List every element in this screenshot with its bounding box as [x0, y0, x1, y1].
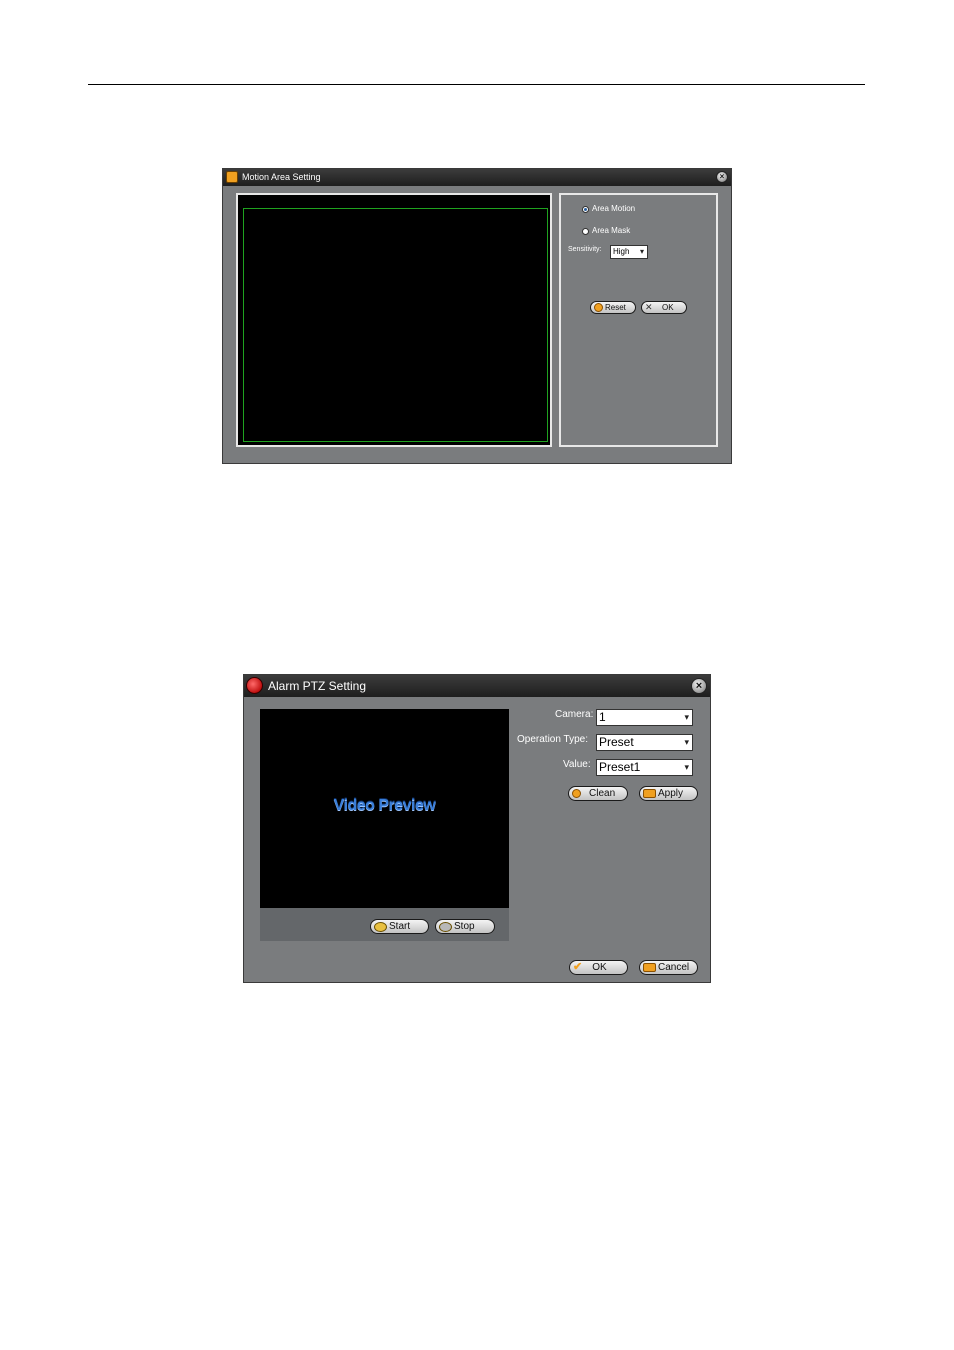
dialog-title: Motion Area Setting	[242, 172, 321, 182]
value-select[interactable]: Preset1 ▾	[596, 759, 693, 776]
ok-label: OK	[592, 962, 607, 973]
camera-value: 1	[599, 710, 606, 724]
ok-button[interactable]: ✕ OK	[641, 301, 687, 314]
start-label: Start	[389, 921, 411, 932]
motion-detection-grid	[243, 208, 548, 442]
area-motion-label: Area Motion	[592, 204, 636, 213]
page-header-rule	[88, 84, 865, 85]
camera-select[interactable]: 1 ▾	[596, 709, 693, 726]
video-preview-area: Video Preview	[260, 709, 509, 908]
chevron-down-icon: ▾	[684, 762, 689, 772]
clean-button[interactable]: Clean	[568, 786, 628, 801]
operation-type-value: Preset	[599, 735, 634, 749]
cancel-label: Cancel	[658, 962, 690, 973]
reset-icon	[594, 303, 603, 312]
video-preview-text: Video Preview	[333, 797, 436, 814]
stop-button[interactable]: Stop	[435, 919, 495, 934]
dialog-titlebar: Motion Area Setting ×	[223, 169, 731, 186]
area-mask-radio[interactable]	[582, 228, 589, 235]
reset-button[interactable]: Reset	[590, 301, 636, 314]
alarm-ptz-setting-dialog: Alarm PTZ Setting × Video Preview Start …	[243, 674, 711, 983]
cancel-button[interactable]: Cancel	[639, 960, 698, 975]
value-label: Value:	[563, 759, 591, 770]
clean-icon	[572, 789, 581, 798]
close-icon[interactable]: ×	[691, 678, 707, 694]
camera-label: Camera:	[555, 709, 594, 720]
start-record-icon	[374, 921, 387, 932]
clean-label: Clean	[589, 788, 616, 799]
apply-button[interactable]: Apply	[639, 786, 698, 801]
close-icon[interactable]: ×	[716, 171, 728, 183]
dialog-title: Alarm PTZ Setting	[268, 679, 367, 693]
sensitivity-label: Sensitivity:	[568, 246, 602, 253]
reset-label: Reset	[605, 303, 626, 312]
area-mask-label: Area Mask	[592, 226, 631, 235]
check-icon: ✔	[573, 961, 583, 973]
alarm-ptz-icon	[246, 677, 263, 694]
value-value: Preset1	[599, 760, 641, 774]
apply-icon	[643, 789, 656, 798]
cancel-arrow-icon	[643, 963, 656, 972]
chevron-down-icon: ▾	[639, 247, 644, 256]
ok-button[interactable]: ✔ OK	[569, 960, 628, 975]
chevron-down-icon: ▾	[684, 737, 689, 747]
motion-area-setting-dialog: Motion Area Setting × Area Motion Area M…	[222, 168, 732, 464]
motion-camera-icon	[226, 171, 238, 183]
apply-label: Apply	[658, 788, 684, 799]
start-button[interactable]: Start	[370, 919, 429, 934]
stop-record-icon	[439, 921, 452, 932]
operation-type-select[interactable]: Preset ▾	[596, 734, 693, 751]
sensitivity-select[interactable]: High ▾	[610, 245, 648, 259]
motion-area-canvas[interactable]	[236, 193, 552, 447]
ok-label: OK	[662, 303, 674, 312]
close-x-icon: ✕	[645, 302, 653, 312]
operation-type-label: Operation Type:	[517, 734, 588, 745]
sensitivity-value: High	[613, 247, 630, 256]
motion-settings-panel: Area Motion Area Mask Sensitivity: High …	[559, 193, 718, 447]
area-motion-radio[interactable]	[582, 206, 589, 213]
dialog-titlebar: Alarm PTZ Setting ×	[244, 675, 710, 697]
chevron-down-icon: ▾	[684, 712, 689, 722]
video-preview-panel: Video Preview Start Stop	[260, 709, 509, 941]
stop-label: Stop	[454, 921, 475, 932]
